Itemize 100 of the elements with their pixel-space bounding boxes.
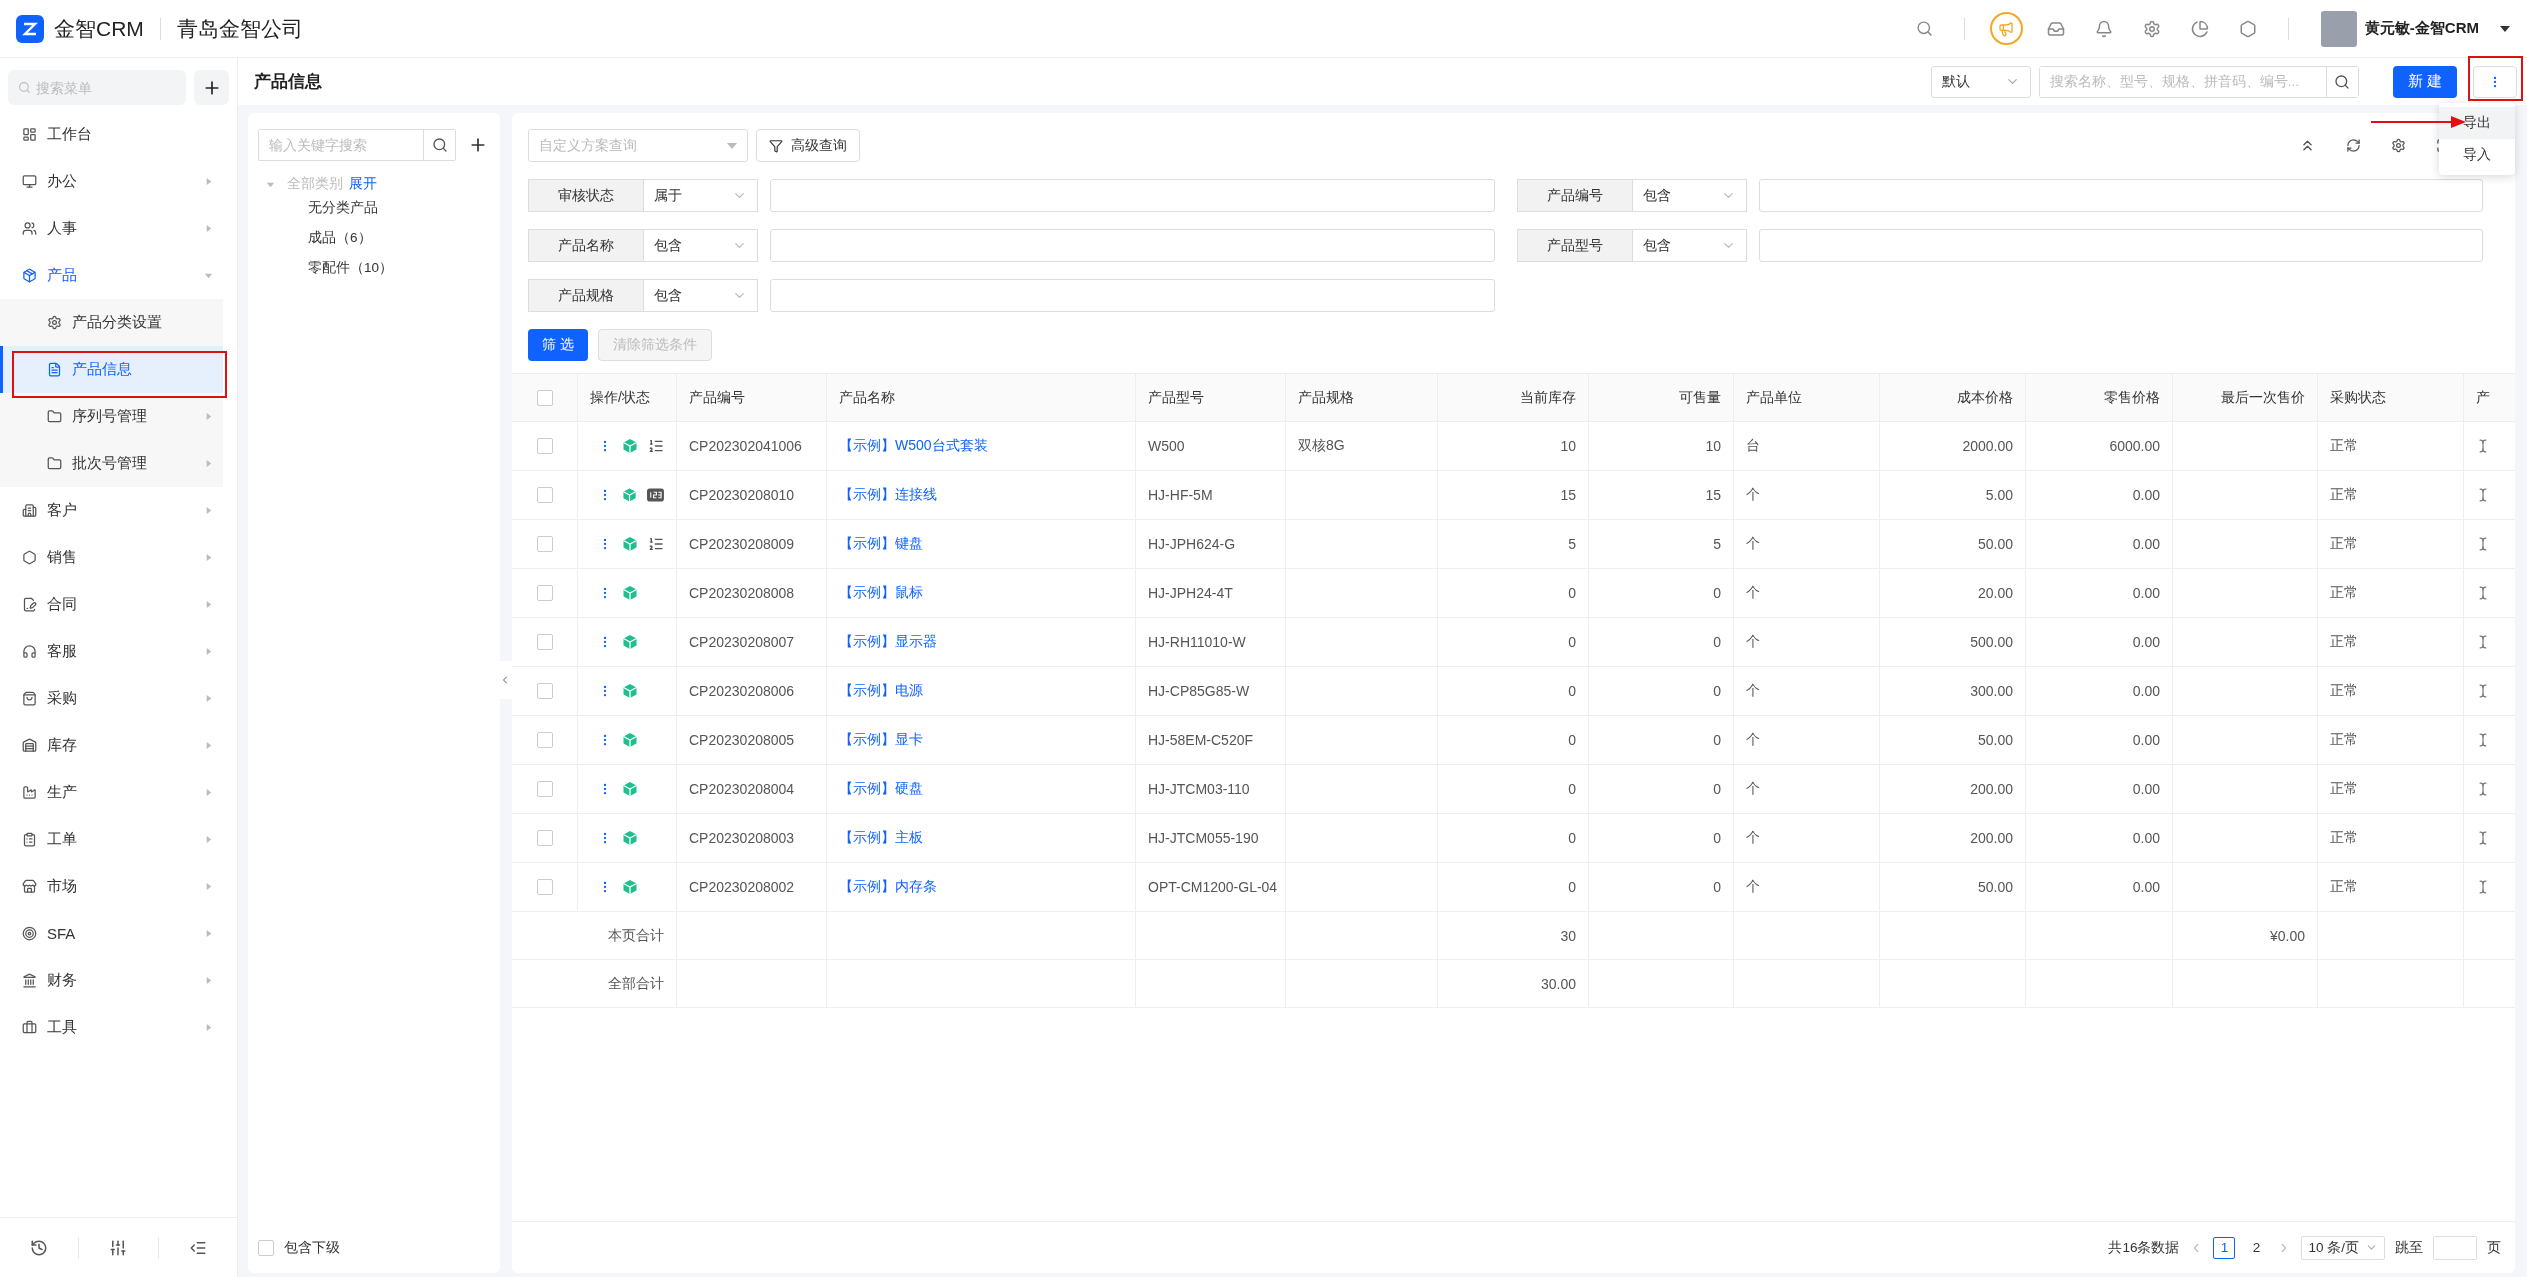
sidebar-item[interactable]: 合同 <box>0 581 223 628</box>
filter-input[interactable] <box>1758 229 2483 262</box>
page-number[interactable]: 1 <box>2213 1236 2236 1259</box>
operator-select[interactable]: 包含 <box>644 229 758 262</box>
menu-icon <box>22 1020 37 1035</box>
tree-item[interactable]: 零配件（10） <box>258 253 490 283</box>
product-name-link[interactable]: 【示例】显卡 <box>839 731 923 749</box>
tree-item[interactable]: 无分类产品 <box>258 193 490 223</box>
table-cell: 个 <box>1734 618 1880 666</box>
sidebar-item[interactable]: 产品 <box>0 252 223 299</box>
sidebar-item-label: 库存 <box>47 736 78 755</box>
checkbox[interactable] <box>536 879 553 895</box>
table-cell: HJ-JTCM03-110 <box>1136 765 1286 813</box>
cube-icon <box>622 438 638 454</box>
avatar-placeholder[interactable] <box>2320 10 2357 47</box>
filter-button[interactable]: 筛 选 <box>528 329 588 361</box>
column-header: 最后一次售价 <box>2173 374 2318 421</box>
product-name-link[interactable]: 【示例】显示器 <box>839 633 937 651</box>
sidebar-item[interactable]: 产品信息 <box>0 346 223 393</box>
table-cell: 15 <box>1438 471 1589 519</box>
sidebar-item[interactable]: 产品分类设置 <box>0 299 223 346</box>
product-name-link[interactable]: 【示例】鼠标 <box>839 584 923 602</box>
checkbox[interactable] <box>258 1240 274 1256</box>
operator-select[interactable]: 包含 <box>644 279 758 312</box>
filter-input[interactable] <box>770 279 1495 312</box>
table-cell: 0 <box>1589 618 1734 666</box>
expand-link[interactable]: 展开 <box>349 175 377 193</box>
sidebar-item[interactable]: 工单 <box>0 816 223 863</box>
filter-input[interactable] <box>770 179 1495 212</box>
product-search-field[interactable]: 搜索名称、型号、规格、拼音码、编号... <box>2038 65 2359 98</box>
table-cell: CP20230208009 <box>677 520 827 568</box>
table-cell: 0 <box>1589 814 1734 862</box>
checkbox[interactable] <box>536 634 553 650</box>
product-name-link[interactable]: 【示例】键盘 <box>839 535 923 553</box>
checkbox[interactable] <box>536 732 553 748</box>
filter-input[interactable] <box>770 229 1495 262</box>
operator-select[interactable]: 属于 <box>644 179 758 212</box>
megaphone-icon[interactable] <box>1989 12 2023 45</box>
sidebar-item[interactable]: SFA <box>0 910 223 957</box>
table-cell: CP20230208006 <box>677 667 827 715</box>
sidebar-item[interactable]: 批次号管理 <box>0 440 223 487</box>
sidebar-item[interactable]: 客户 <box>0 487 223 534</box>
brand-name: 金智CRM <box>54 15 144 42</box>
menu-item[interactable]: 导入 <box>2439 139 2515 171</box>
sidebar-item[interactable]: 工具 <box>0 1004 223 1051</box>
sidebar-item-label: 产品 <box>47 266 78 285</box>
caret-icon[interactable] <box>2499 23 2511 34</box>
table-cell: 0 <box>1589 569 1734 617</box>
checkbox[interactable] <box>536 830 553 846</box>
menu-icon <box>22 879 37 894</box>
product-name-link[interactable]: 【示例】硬盘 <box>839 780 923 798</box>
caret-icon <box>204 929 213 938</box>
sidebar-item[interactable]: 人事 <box>0 205 223 252</box>
cube-icon <box>622 487 638 503</box>
table-cell: 0.00 <box>2026 814 2173 862</box>
sidebar-item[interactable]: 客服 <box>0 628 223 675</box>
product-name-link[interactable]: 【示例】内存条 <box>839 878 937 896</box>
tree-search-field[interactable]: 输入关键字搜索 <box>258 129 456 161</box>
search-icon[interactable] <box>423 130 455 160</box>
advanced-search-button[interactable]: 高级查询 <box>756 129 860 162</box>
column-header: 采购状态 <box>2318 374 2464 421</box>
sidebar-item[interactable]: 库存 <box>0 722 223 769</box>
checkbox[interactable] <box>536 781 553 797</box>
product-name-link[interactable]: 【示例】电源 <box>839 682 923 700</box>
sidebar-item[interactable]: 采购 <box>0 675 223 722</box>
search-icon[interactable] <box>2325 66 2358 97</box>
sidebar-item[interactable]: 财务 <box>0 957 223 1004</box>
sidebar-item[interactable]: 生产 <box>0 769 223 816</box>
checkbox[interactable] <box>536 487 553 503</box>
view-select[interactable]: 默认 <box>1930 65 2031 98</box>
sidebar-item[interactable]: 工作台 <box>0 111 223 158</box>
table-cell: 正常 <box>2318 716 2464 764</box>
operator-select[interactable]: 包含 <box>1632 229 1747 262</box>
sidebar-item-label: 工作台 <box>47 125 93 144</box>
add-button[interactable] <box>194 70 229 105</box>
sidebar-item[interactable]: 市场 <box>0 863 223 910</box>
checkbox[interactable] <box>536 683 553 699</box>
sidebar-item[interactable]: 销售 <box>0 534 223 581</box>
checkbox[interactable] <box>536 536 553 552</box>
tree-item[interactable]: 成品（6） <box>258 223 490 253</box>
checkbox[interactable] <box>536 438 553 454</box>
operator-select[interactable]: 包含 <box>1632 179 1747 212</box>
menu-search-field[interactable]: 搜索菜单 <box>8 70 186 105</box>
new-button[interactable]: 新 建 <box>2392 65 2457 98</box>
product-name-link[interactable]: 【示例】W500台式套装 <box>839 437 988 455</box>
table-cell: 个 <box>1734 814 1880 862</box>
filter-input[interactable] <box>1758 179 2483 212</box>
product-name-link[interactable]: 【示例】连接线 <box>839 486 937 504</box>
checkbox[interactable] <box>536 585 553 601</box>
column-header: 产品编号 <box>677 374 827 421</box>
sidebar-item[interactable]: 办公 <box>0 158 223 205</box>
sidebar-item[interactable]: 序列号管理 <box>0 393 223 440</box>
page-jump-field[interactable] <box>2433 1235 2477 1260</box>
page-size-select[interactable]: 10 条/页 <box>2301 1235 2385 1260</box>
table-cell: 正常 <box>2318 520 2464 568</box>
product-name-link[interactable]: 【示例】主板 <box>839 829 923 847</box>
menu-item[interactable]: 导出 <box>2439 107 2515 139</box>
checkbox[interactable] <box>536 389 553 406</box>
cube-icon <box>622 683 638 699</box>
table-cell: CP20230208004 <box>677 765 827 813</box>
